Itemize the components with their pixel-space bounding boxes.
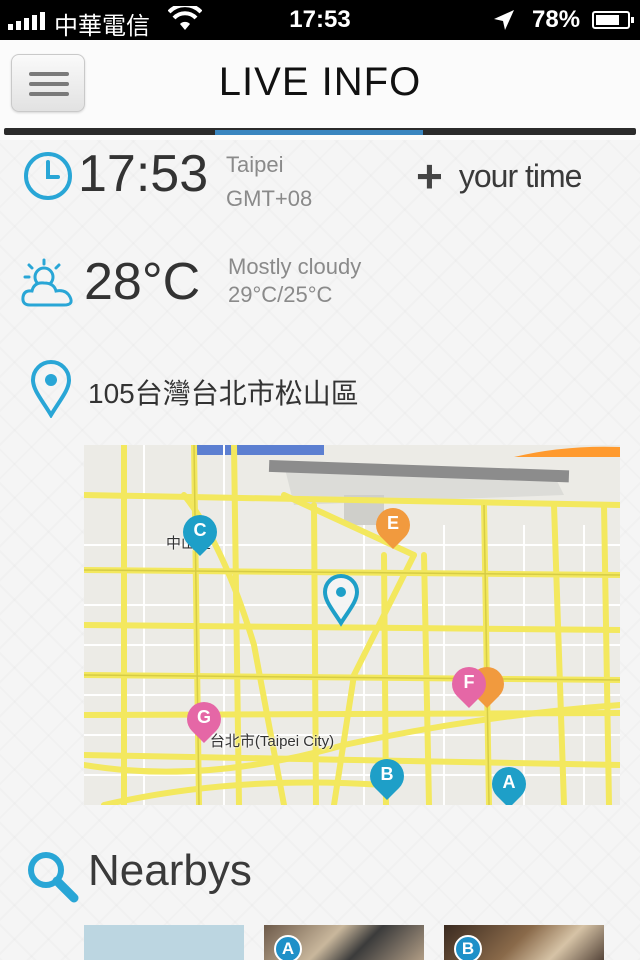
search-icon: [28, 852, 79, 903]
plus-icon: +: [416, 150, 443, 202]
nearbys-title: Nearbys: [88, 846, 252, 895]
temperature-range: 29°C/25°C: [228, 282, 333, 307]
battery-percent: 78%: [532, 6, 581, 33]
map-view[interactable]: 中山區 台北市(Taipei City) C E F G B: [84, 445, 620, 805]
map-pin-e[interactable]: E: [368, 500, 418, 552]
page-title: LIVE INFO: [218, 60, 422, 104]
nearby-badge: A: [274, 935, 302, 960]
current-location-marker[interactable]: [322, 573, 360, 627]
map-pin-f[interactable]: F: [444, 659, 494, 711]
map-pin-a[interactable]: A: [484, 759, 534, 805]
clock-icon: [24, 152, 72, 200]
timezone: GMT+08: [226, 186, 313, 211]
map-label-city: 台北市(Taipei City): [209, 733, 335, 750]
nearby-thumbnail-a[interactable]: A: [264, 925, 424, 960]
battery-icon: [592, 11, 634, 29]
nearby-thumbnail-b[interactable]: B: [444, 925, 604, 960]
map-pin-b[interactable]: B: [362, 751, 412, 803]
location-arrow-icon: [494, 10, 514, 30]
temperature: 28°C: [84, 253, 201, 311]
partly-cloudy-icon: [21, 258, 73, 307]
add-your-time-button[interactable]: + your time: [416, 150, 583, 202]
nearby-badge: B: [454, 935, 482, 960]
page-indicator-active: [215, 130, 423, 135]
add-time-label: your time: [458, 157, 583, 194]
app-header: LIVE INFO: [0, 40, 640, 140]
current-time: 17:53: [78, 145, 209, 203]
page-indicator-bar: [4, 128, 636, 135]
current-address: 105台灣台北市松山區: [88, 378, 359, 409]
status-bar: 中華電信 17:53 78%: [0, 0, 640, 40]
city-name: Taipei: [226, 152, 284, 177]
location-pin-icon: [30, 360, 72, 418]
map-pin-g[interactable]: G: [179, 694, 229, 746]
weather-condition: Mostly cloudy: [228, 254, 362, 279]
live-info-content[interactable]: 17:53 Taipei GMT+08 + your time 28°C Mos…: [0, 140, 640, 960]
nearby-thumbnail[interactable]: [84, 925, 244, 960]
map-pin-c[interactable]: C: [175, 507, 225, 559]
